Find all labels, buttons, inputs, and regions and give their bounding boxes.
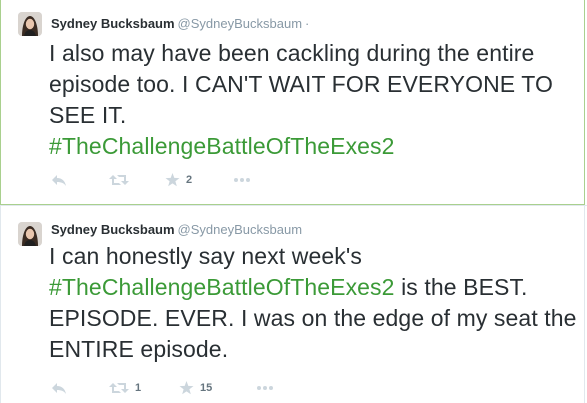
author-name[interactable]: Sydney Bucksbaum xyxy=(51,222,175,237)
reply-icon xyxy=(52,175,66,186)
star-icon xyxy=(179,381,194,395)
hashtag-link[interactable]: #TheChallengeBattleOfTheExes2 xyxy=(49,133,395,159)
reply-icon xyxy=(52,383,66,394)
retweet-count: 1 xyxy=(135,382,142,394)
avatar[interactable] xyxy=(18,222,42,246)
more-button[interactable] xyxy=(233,173,251,187)
retweet-icon xyxy=(109,175,129,185)
reply-button[interactable] xyxy=(51,381,67,395)
tweet-text-body: I can honestly say next week's xyxy=(49,243,362,269)
avatar[interactable] xyxy=(18,12,42,36)
separator-dot: · xyxy=(305,16,310,31)
favorite-button[interactable]: 2 xyxy=(165,173,192,187)
tweet-card[interactable]: Sydney Bucksbaum @SydneyBucksbaum · I also… xyxy=(0,0,585,205)
favorite-count: 15 xyxy=(200,382,213,394)
favorite-button[interactable]: 15 xyxy=(179,381,212,395)
retweet-button[interactable] xyxy=(109,173,135,187)
more-button[interactable] xyxy=(256,381,274,395)
star-icon xyxy=(165,173,180,187)
tweet-header: Sydney Bucksbaum @SydneyBucksbaum · xyxy=(51,16,309,32)
tweet-text: I can honestly say next week's #TheChall… xyxy=(49,241,579,365)
more-icon xyxy=(257,386,273,390)
retweet-button[interactable]: 1 xyxy=(109,381,141,395)
author-handle[interactable]: @SydneyBucksbaum xyxy=(178,222,302,237)
hashtag-link[interactable]: #TheChallengeBattleOfTheExes2 xyxy=(49,274,395,300)
author-handle[interactable]: @SydneyBucksbaum xyxy=(178,16,302,31)
favorite-count: 2 xyxy=(186,174,193,186)
reply-button[interactable] xyxy=(51,173,67,187)
tweet-text-body: I also may have been cackling during the… xyxy=(49,40,554,128)
author-name[interactable]: Sydney Bucksbaum xyxy=(51,16,175,31)
tweet-header: Sydney Bucksbaum @SydneyBucksbaum xyxy=(51,222,302,238)
more-icon xyxy=(234,178,250,182)
tweet-card[interactable]: Sydney Bucksbaum @SydneyBucksbaum I can h… xyxy=(0,206,585,403)
retweet-icon xyxy=(109,383,129,393)
tweet-text: I also may have been cackling during the… xyxy=(49,38,579,162)
